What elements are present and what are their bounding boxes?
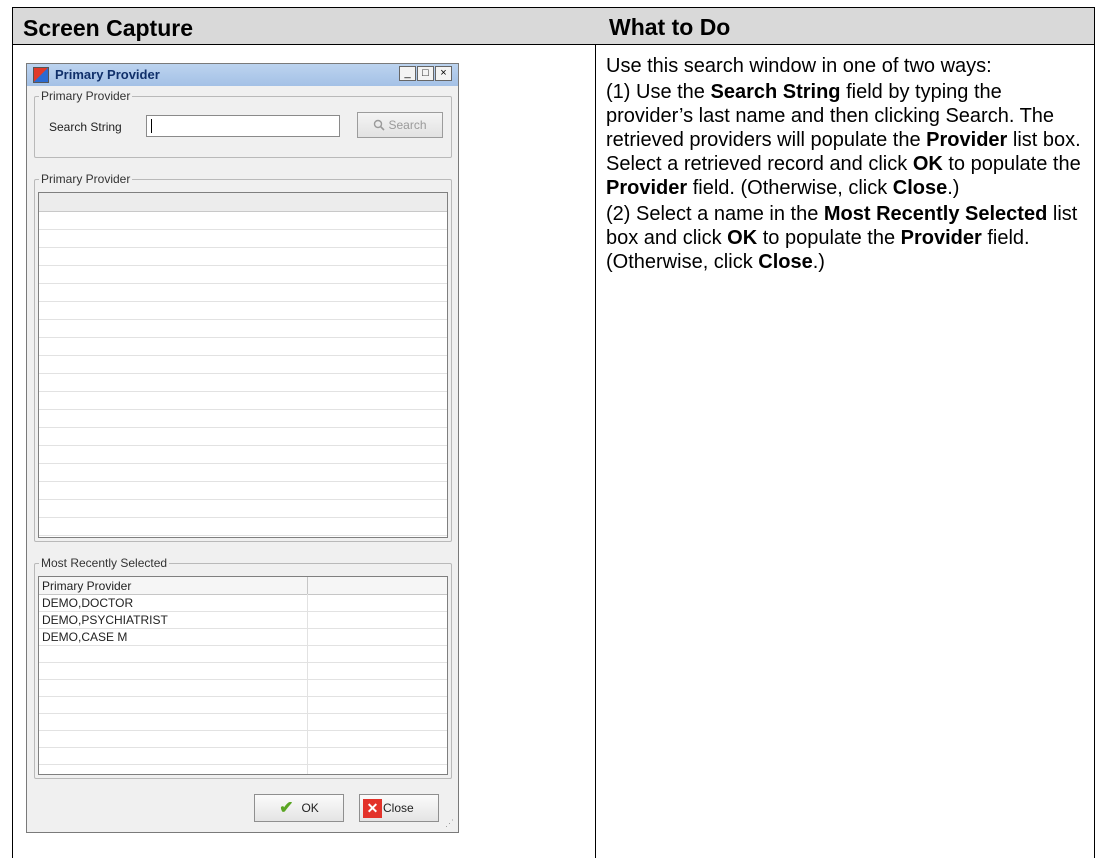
column-header-what-to-do: What to Do: [609, 14, 731, 40]
results-list-header: [39, 193, 447, 212]
row-gridline: [39, 373, 447, 374]
table-border-right: [1094, 45, 1095, 858]
table-border-left: [12, 45, 13, 858]
red-x-icon: ✕: [363, 798, 382, 818]
row-gridline: [39, 355, 447, 356]
search-button[interactable]: Search: [357, 112, 443, 138]
ok-button-label: OK: [301, 801, 319, 815]
instruction-intro: Use this search window in one of two way…: [606, 55, 992, 77]
row-gridline: [39, 445, 447, 446]
row-gridline: [39, 229, 447, 230]
dialog-titlebar: Primary Provider _ □ ×: [27, 64, 458, 86]
maximize-button[interactable]: □: [417, 66, 434, 81]
row-gridline: [39, 409, 447, 410]
row-gridline: [39, 679, 447, 680]
row-gridline: [39, 265, 447, 266]
list-item[interactable]: DEMO,PSYCHIATRIST: [42, 613, 168, 627]
row-gridline: [39, 611, 447, 612]
row-gridline: [39, 463, 447, 464]
row-gridline: [39, 713, 447, 714]
close-button[interactable]: ✕ Close: [359, 794, 439, 822]
search-group-label: Primary Provider: [39, 89, 133, 103]
row-gridline: [39, 730, 447, 731]
row-gridline: [39, 645, 447, 646]
search-string-label: Search String: [49, 120, 122, 134]
list-item[interactable]: DEMO,CASE M: [42, 630, 127, 644]
instruction-option-1: (1) Use the Search String field by typin…: [606, 81, 1081, 199]
close-window-button[interactable]: ×: [435, 66, 452, 81]
column-separator: [307, 577, 308, 594]
primary-provider-dialog: Primary Provider _ □ × Primary Provider …: [26, 63, 459, 833]
minimize-button[interactable]: _: [399, 66, 416, 81]
instruction-option-2: (2) Select a name in the Most Recently S…: [606, 203, 1078, 273]
row-gridline: [39, 247, 447, 248]
magnifier-icon: [374, 119, 386, 131]
header-cell-what-to-do: What to Do: [595, 7, 1095, 45]
list-item[interactable]: DEMO,DOCTOR: [42, 596, 133, 610]
recent-group-label: Most Recently Selected: [39, 556, 170, 570]
row-gridline: [39, 764, 447, 765]
row-gridline: [39, 337, 447, 338]
column-header-primary-provider[interactable]: Primary Provider: [42, 579, 131, 593]
resize-grip-icon[interactable]: ⋰: [445, 818, 454, 829]
recent-grid-header: Primary Provider: [39, 577, 447, 595]
recent-group: Most Recently Selected Primary Provider …: [34, 556, 452, 779]
row-gridline: [39, 628, 447, 629]
provider-results-list[interactable]: [38, 192, 448, 538]
search-input[interactable]: [146, 115, 340, 137]
checkmark-icon: ✔: [279, 798, 294, 817]
close-button-label: Close: [383, 801, 414, 815]
row-gridline: [39, 499, 447, 500]
column-header-screen-capture: Screen Capture: [23, 15, 194, 41]
row-gridline: [39, 696, 447, 697]
results-group: Primary Provider: [34, 172, 452, 542]
row-gridline: [39, 517, 447, 518]
row-gridline: [39, 662, 447, 663]
row-gridline: [39, 535, 447, 536]
recent-providers-grid[interactable]: Primary Provider DEMO,DOCTOR DEMO,PSYCHI…: [38, 576, 448, 775]
text-caret: [151, 119, 152, 133]
app-icon: [33, 67, 49, 83]
window-controls: _ □ ×: [398, 66, 452, 81]
row-gridline: [39, 747, 447, 748]
ok-button[interactable]: ✔ OK: [254, 794, 344, 822]
row-gridline: [39, 319, 447, 320]
row-gridline: [39, 481, 447, 482]
results-group-label: Primary Provider: [39, 172, 133, 186]
row-gridline: [39, 427, 447, 428]
search-button-label: Search: [388, 118, 427, 132]
table-border-middle: [595, 45, 596, 858]
search-group: Primary Provider Search String Search: [34, 89, 452, 158]
row-gridline: [39, 301, 447, 302]
row-gridline: [39, 283, 447, 284]
instructions-text: Use this search window in one of two way…: [606, 54, 1086, 276]
dialog-title: Primary Provider: [55, 67, 160, 82]
row-gridline: [39, 391, 447, 392]
header-cell-screen-capture: Screen Capture: [12, 7, 596, 45]
